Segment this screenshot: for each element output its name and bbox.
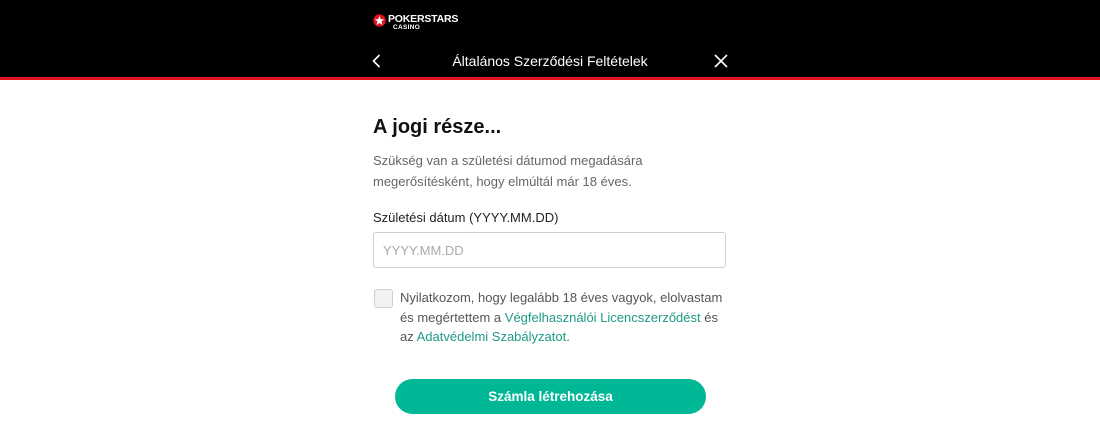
create-account-button[interactable]: Számla létrehozása [395,379,706,414]
header-accent-bar [0,77,1100,80]
consent-text: Nyilatkozom, hogy legalább 18 éves vagyo… [400,288,730,347]
age-verification-description: Szükség van a születési dátumod megadásá… [373,153,643,189]
top-header: POKERSTARS CASINO Általános Szerződési F… [0,0,1100,77]
section-heading: A jogi része... [373,116,502,138]
chevron-left-icon [372,54,381,68]
consent-checkbox[interactable] [374,289,393,308]
dob-input[interactable] [373,232,726,268]
back-button[interactable] [368,52,386,70]
eula-link[interactable]: Végfelhasználói Licencszerződést [505,310,701,325]
privacy-policy-link[interactable]: Adatvédelmi Szabályzatot [417,329,567,344]
close-icon [714,54,728,68]
consent-text-after: . [566,329,570,344]
dob-label: Születési dátum (YYYY.MM.DD) [373,210,559,225]
brand-subtitle: CASINO [393,24,421,31]
close-button[interactable] [712,52,730,70]
page-title: Általános Szerződési Feltételek [452,53,648,69]
star-logo-icon [373,14,386,27]
